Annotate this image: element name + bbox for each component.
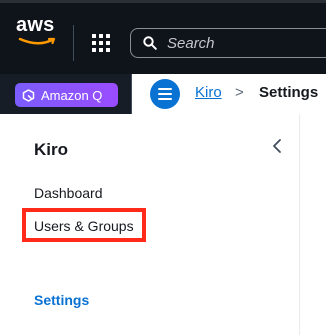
hamburger-icon-bar-1 <box>158 88 172 90</box>
aws-smile-icon <box>18 37 56 45</box>
breadcrumb-current-settings: Settings <box>259 84 319 101</box>
menu-toggle-button[interactable] <box>150 79 180 109</box>
breadcrumb-link-kiro[interactable]: Kiro <box>195 84 222 101</box>
hamburger-icon-bar-2 <box>158 93 172 95</box>
chevron-left-icon[interactable] <box>272 138 282 159</box>
side-nav-title: Kiro <box>34 140 68 159</box>
amazon-q-label: Amazon Q <box>41 87 103 103</box>
search-icon <box>143 36 157 50</box>
side-nav-item-dashboard[interactable]: Dashboard <box>34 185 103 201</box>
top-navigation-bar: aws Search <box>0 0 326 74</box>
aws-logo-text: aws <box>16 14 55 36</box>
amazon-q-button[interactable]: Amazon Q <box>15 83 118 107</box>
search-input[interactable]: Search <box>130 28 326 58</box>
hamburger-icon-bar-3 <box>158 98 172 100</box>
amazon-q-icon <box>22 88 35 102</box>
aws-logo[interactable]: aws <box>16 15 58 45</box>
search-placeholder: Search <box>167 34 215 52</box>
breadcrumb-separator: > <box>235 84 244 101</box>
highlight-annotation <box>22 208 146 242</box>
header-divider <box>73 25 74 61</box>
services-grid-icon[interactable] <box>92 34 110 52</box>
side-nav-item-settings[interactable]: Settings <box>34 292 89 308</box>
